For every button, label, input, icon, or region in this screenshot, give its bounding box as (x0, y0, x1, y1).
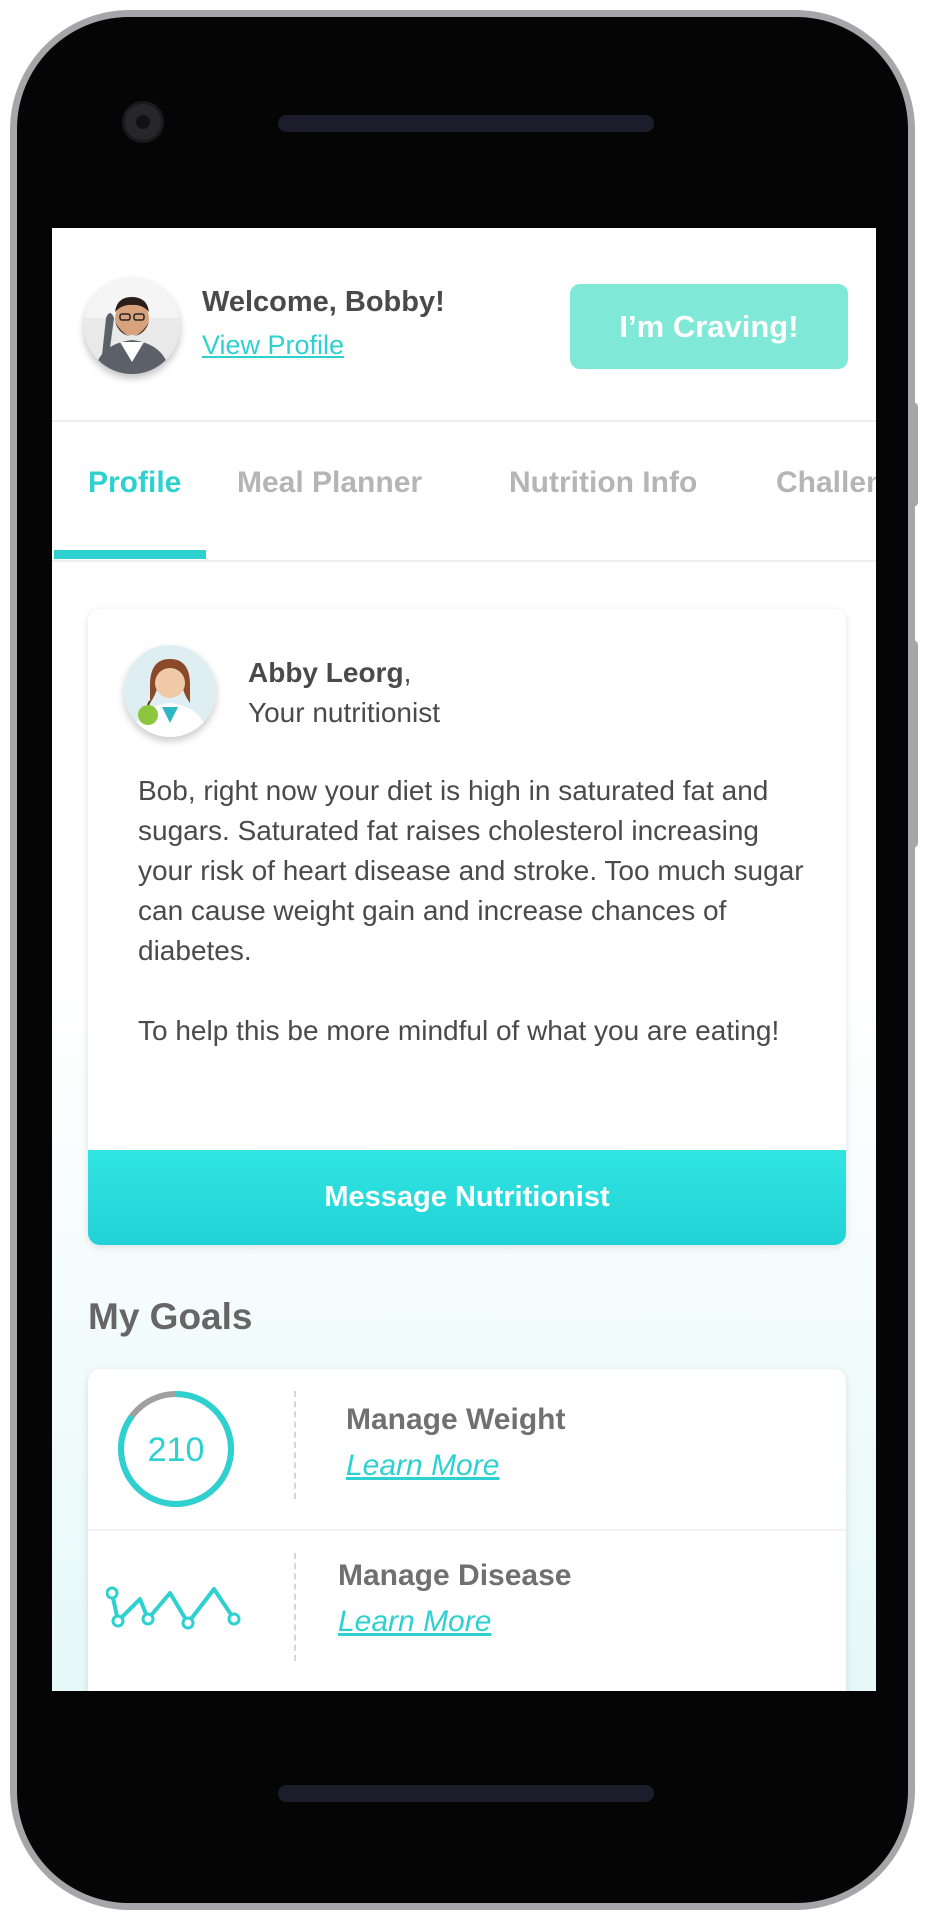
active-tab-indicator (54, 550, 206, 559)
message-paragraph: To help this be more mindful of what you… (138, 1015, 780, 1046)
goal-title-disease: Manage Disease (338, 1559, 572, 1592)
learn-more-disease-link[interactable]: Learn More (338, 1605, 491, 1639)
message-paragraph: Bob, right now your diet is high in satu… (138, 775, 804, 966)
app-header: Welcome, Bobby! View Profile I’m Craving… (52, 228, 876, 422)
bottom-bezel-bar (278, 1785, 654, 1802)
weight-value: 210 (148, 1431, 205, 1469)
message-nutritionist-button[interactable]: Message Nutritionist (88, 1150, 846, 1245)
nutritionist-role: Your nutritionist (248, 697, 440, 728)
nutritionist-avatar (124, 645, 216, 737)
tab-strip: Profile Meal Planner Nutrition Info Chal… (52, 422, 876, 562)
tab-meal-planner[interactable]: Meal Planner (237, 466, 422, 500)
heartbeat-line-icon (106, 1586, 241, 1630)
power-button (910, 402, 918, 507)
speaker-grille (278, 115, 654, 132)
device: Welcome, Bobby! View Profile I’m Craving… (0, 0, 928, 1920)
im-craving-button[interactable]: I’m Craving! (570, 284, 848, 369)
camera-icon (122, 101, 164, 143)
nutritionist-card: Abby Leorg, Your nutritionist Bob, right… (88, 609, 846, 1245)
tab-nutrition-info[interactable]: Nutrition Info (509, 466, 697, 500)
goal-divider (294, 1553, 296, 1661)
user-avatar[interactable] (84, 278, 180, 374)
goal-row-disease[interactable]: Manage Disease Learn More (88, 1531, 846, 1691)
goal-row-weight[interactable]: 210 Manage Weight Learn More (88, 1369, 846, 1529)
tab-profile[interactable]: Profile (88, 466, 181, 500)
goal-title-weight: Manage Weight (346, 1403, 566, 1436)
welcome-text: Welcome, Bobby! (202, 286, 445, 318)
learn-more-weight-link[interactable]: Learn More (346, 1449, 499, 1483)
view-profile-link[interactable]: View Profile (202, 330, 344, 361)
nutritionist-message: Bob, right now your diet is high in satu… (138, 771, 818, 1091)
nutritionist-name: Abby Leorg, (248, 657, 412, 688)
volume-button (910, 640, 918, 848)
weight-progress-ring: 210 (118, 1391, 234, 1507)
app-screen: Welcome, Bobby! View Profile I’m Craving… (52, 228, 876, 1691)
goals-heading: My Goals (88, 1296, 253, 1337)
goal-divider (294, 1391, 296, 1499)
goals-card: 210 Manage Weight Learn More Manage Dise… (88, 1369, 846, 1691)
tab-challenges[interactable]: Challen (776, 466, 876, 500)
